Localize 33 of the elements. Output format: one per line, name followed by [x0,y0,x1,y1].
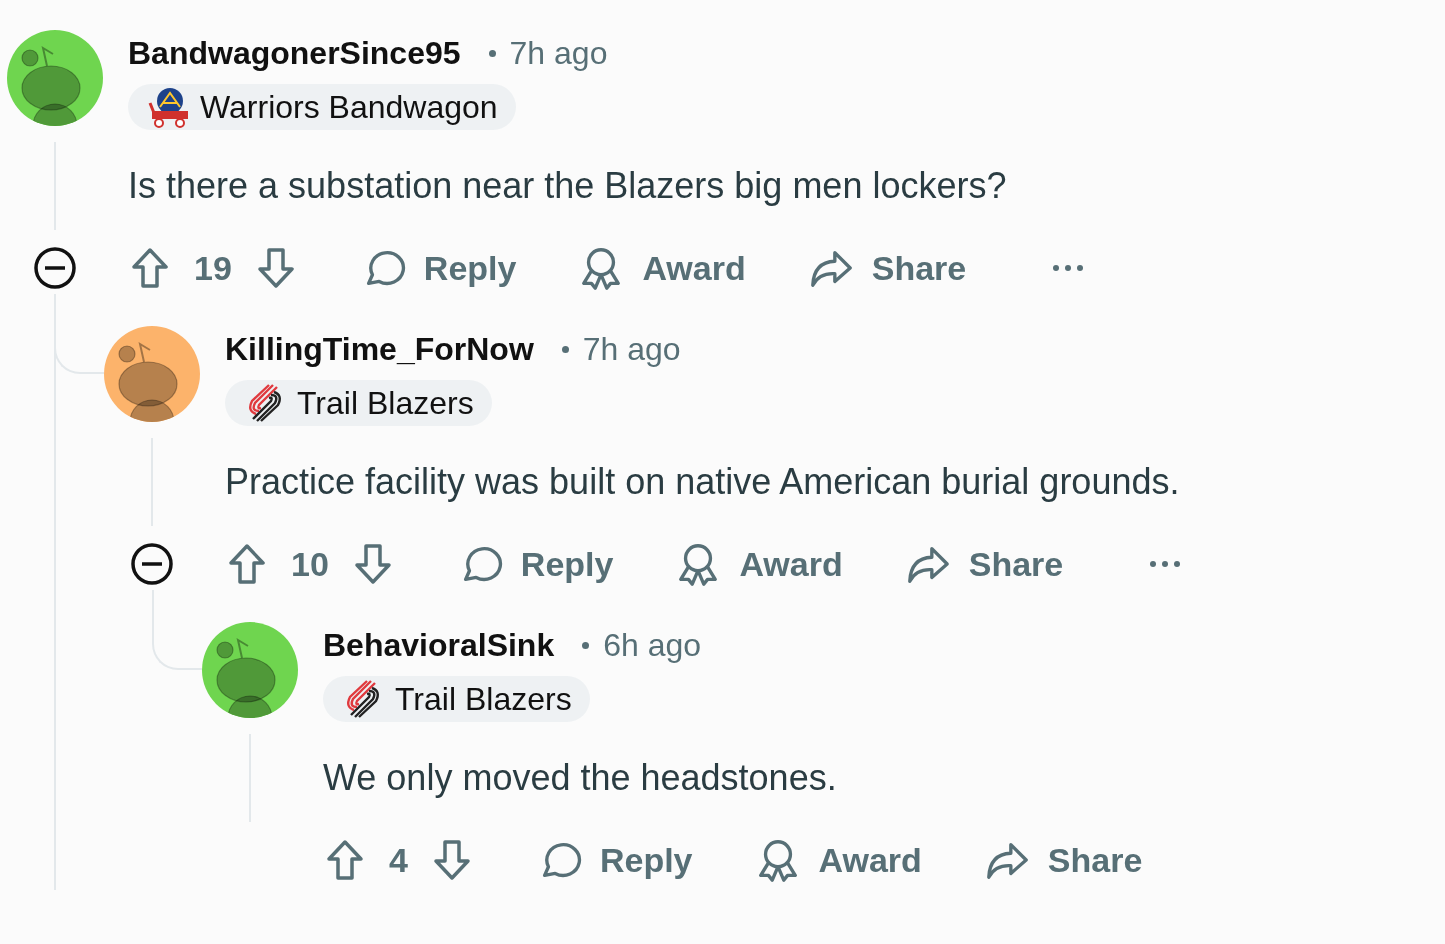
share-button[interactable]: Share [904,541,1064,587]
username[interactable]: BehavioralSink [323,626,555,664]
award-button[interactable]: Award [754,837,922,883]
timestamp: 6h ago [603,626,702,664]
username[interactable]: KillingTime_ForNow [225,330,534,368]
comment-text: Practice facility was built on native American burial grounds. [225,460,1181,504]
wagon-icon [146,85,190,129]
comment-text: We only moved the headstones. [323,756,838,800]
vote-count: 19 [194,248,232,288]
avatar[interactable] [104,326,200,422]
reply-button[interactable]: Reply [359,245,517,291]
vote-count: 4 [389,840,408,880]
avatar[interactable] [202,622,298,718]
separator-dot-icon [488,49,496,57]
award-button[interactable]: Award [675,541,843,587]
avatar[interactable] [7,30,103,126]
vote-count: 10 [291,544,329,584]
collapse-button[interactable] [130,542,174,586]
separator-dot-icon [582,641,590,649]
reply-button[interactable]: Reply [456,541,614,587]
flair-badge: Trail Blazers [323,676,590,722]
flair-badge: Warriors Bandwagon [128,84,516,130]
share-button[interactable]: Share [983,837,1143,883]
timestamp: 7h ago [582,330,681,368]
share-button[interactable]: Share [807,245,967,291]
collapse-button[interactable] [33,246,77,290]
comment-text: Is there a substation near the Blazers big men lockers? [128,164,1008,208]
reply-button[interactable]: Reply [535,837,693,883]
flair-badge: Trail Blazers [225,380,492,426]
separator-dot-icon [561,345,569,353]
username[interactable]: BandwagonerSince95 [128,34,461,72]
timestamp: 7h ago [509,34,608,72]
award-button[interactable]: Award [578,245,746,291]
